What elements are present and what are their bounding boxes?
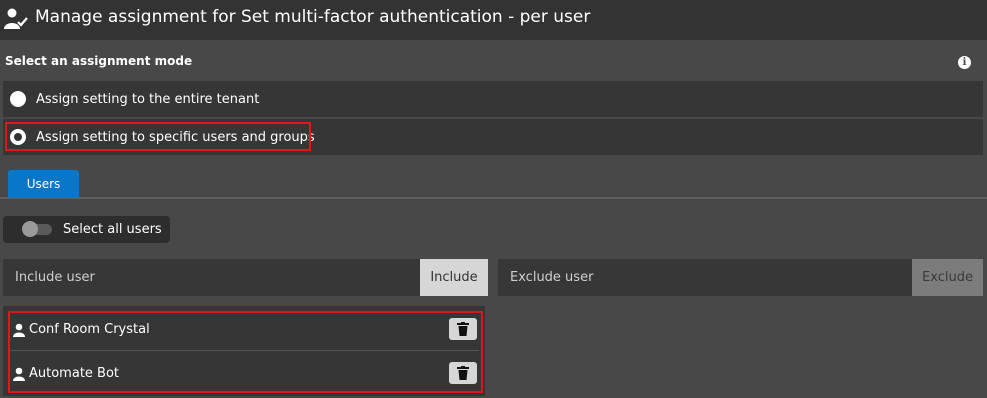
user-check-icon — [4, 8, 28, 29]
include-button[interactable]: Include — [420, 259, 488, 296]
title-bar: Manage assignment for Set multi-factor a… — [0, 0, 987, 40]
assignment-mode-label: Select an assignment mode — [5, 54, 193, 68]
exclude-button[interactable]: Exclude — [912, 259, 983, 296]
exclude-user-input[interactable]: Exclude user — [498, 259, 912, 296]
page-title: Manage assignment for Set multi-factor a… — [35, 7, 591, 27]
tab-users[interactable]: Users — [8, 170, 79, 197]
include-user-input[interactable]: Include user — [3, 259, 420, 296]
select-all-label: Select all users — [63, 222, 162, 237]
toggle-knob[interactable] — [22, 221, 38, 237]
info-icon[interactable]: i — [958, 56, 971, 69]
highlight-box — [5, 122, 311, 151]
select-all-users-toggle[interactable]: Select all users — [3, 216, 170, 243]
highlight-box — [8, 311, 483, 393]
tab-divider — [0, 197, 987, 199]
radio-button-unchecked[interactable] — [10, 91, 26, 107]
radio-entire-tenant[interactable]: Assign setting to the entire tenant — [3, 81, 983, 117]
radio-label: Assign setting to the entire tenant — [36, 92, 260, 107]
